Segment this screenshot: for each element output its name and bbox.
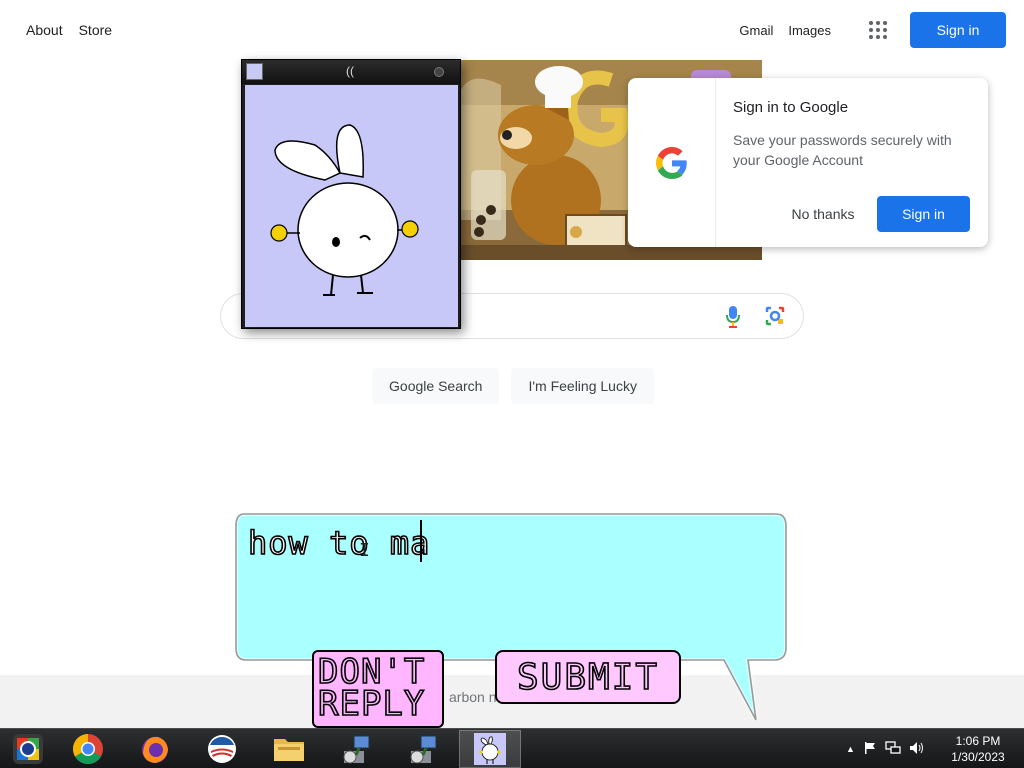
voice-search-icon[interactable] — [726, 306, 740, 333]
feeling-lucky-button[interactable]: I'm Feeling Lucky — [511, 368, 654, 404]
pet-window-title: (( — [346, 64, 354, 78]
clock-time: 1:06 PM — [955, 734, 1001, 748]
taskbar: ▲ 1:06 PM 1/30/2023 — [0, 728, 1024, 768]
bunny-app-icon — [246, 63, 263, 80]
signin-popup-title: Sign in to Google — [733, 99, 849, 116]
google-apps-icon[interactable] — [858, 10, 898, 50]
ibeam-cursor-icon: I — [359, 540, 370, 561]
store-link[interactable]: Store — [79, 22, 112, 38]
chrome-taskbar-icon[interactable] — [57, 730, 119, 768]
question-text-input[interactable]: how to ma — [247, 523, 430, 563]
dont-reply-button[interactable]: DON'T REPLY — [312, 650, 444, 728]
system-tray: ▲ — [846, 729, 925, 768]
signin-popup: Sign in to Google Save your passwords se… — [628, 78, 988, 247]
top-right-nav: Gmail Images Sign in — [739, 12, 1006, 48]
google-search-button[interactable]: Google Search — [372, 368, 500, 404]
submit-button[interactable]: SUBMIT — [495, 650, 681, 704]
top-left-nav: About Store — [26, 22, 112, 38]
bunny-character — [270, 124, 419, 296]
popup-signin-button[interactable]: Sign in — [877, 196, 970, 232]
installer-taskbar-icon-2[interactable] — [392, 730, 454, 768]
show-hidden-icons-icon[interactable]: ▲ — [846, 744, 855, 754]
bunny-pet-window[interactable]: (( — [241, 59, 461, 329]
text-caret — [420, 520, 422, 562]
search-buttons-row: Google Search I'm Feeling Lucky — [0, 368, 1024, 404]
pet-window-titlebar[interactable]: (( — [242, 60, 460, 84]
clock-date: 1/30/2023 — [951, 750, 1005, 764]
lens-camera-icon[interactable] — [764, 305, 786, 332]
network-icon[interactable] — [885, 740, 901, 758]
campaign-logo-taskbar-icon[interactable] — [191, 730, 253, 768]
bunny-app-taskbar-icon[interactable] — [459, 730, 521, 768]
start-orb-icon[interactable] — [0, 730, 56, 768]
firefox-taskbar-icon[interactable] — [124, 730, 186, 768]
pet-canvas — [245, 85, 458, 327]
installer-taskbar-icon[interactable] — [325, 730, 387, 768]
taskbar-clock[interactable]: 1:06 PM 1/30/2023 — [940, 733, 1016, 765]
file-explorer-taskbar-icon[interactable] — [258, 730, 320, 768]
about-link[interactable]: About — [26, 22, 63, 38]
gmail-link[interactable]: Gmail — [739, 23, 773, 38]
action-center-flag-icon[interactable] — [863, 741, 877, 758]
no-thanks-button[interactable]: No thanks — [778, 196, 868, 232]
google-g-logo — [628, 78, 716, 247]
volume-icon[interactable] — [909, 741, 925, 758]
signin-popup-body: Save your passwords securely with your G… — [733, 132, 952, 168]
images-link[interactable]: Images — [788, 23, 831, 38]
top-signin-button[interactable]: Sign in — [910, 12, 1006, 48]
window-close-icon[interactable] — [434, 67, 444, 77]
